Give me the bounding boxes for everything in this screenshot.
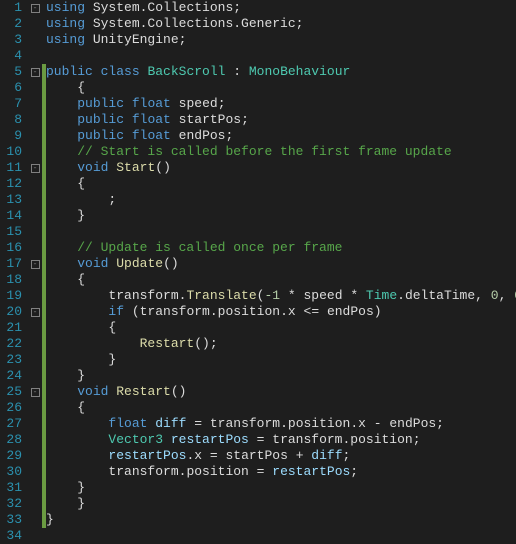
- code-line[interactable]: Vector3 restartPos = transform.position;: [46, 432, 516, 448]
- code-line[interactable]: using System.Collections;: [46, 0, 516, 16]
- code-line[interactable]: void Update(): [46, 256, 516, 272]
- code-line[interactable]: {: [46, 176, 516, 192]
- code-line[interactable]: transform.Translate(-1 * speed * Time.de…: [46, 288, 516, 304]
- line-number: 28: [0, 432, 22, 448]
- code-line[interactable]: }: [46, 352, 516, 368]
- line-number: 1: [0, 0, 22, 16]
- code-line[interactable]: }: [46, 496, 516, 512]
- line-number: 3: [0, 32, 22, 48]
- line-number: 15: [0, 224, 22, 240]
- fold-toggle[interactable]: -: [31, 68, 40, 77]
- line-number: 7: [0, 96, 22, 112]
- code-line[interactable]: if (transform.position.x <= endPos): [46, 304, 516, 320]
- line-number: 30: [0, 464, 22, 480]
- fold-toggle[interactable]: -: [31, 4, 40, 13]
- code-line[interactable]: [46, 224, 516, 240]
- code-line[interactable]: }: [46, 480, 516, 496]
- line-number: 33: [0, 512, 22, 528]
- line-number-gutter: 1 2 3 4 5 6 7 8 9 10 11 12 13 14 15 16 1…: [0, 0, 28, 541]
- code-line[interactable]: float diff = transform.position.x - endP…: [46, 416, 516, 432]
- fold-toggle[interactable]: -: [31, 308, 40, 317]
- code-line[interactable]: }: [46, 512, 516, 528]
- code-line[interactable]: {: [46, 320, 516, 336]
- code-line[interactable]: [46, 48, 516, 64]
- line-number: 24: [0, 368, 22, 384]
- code-editor[interactable]: using System.Collections; using System.C…: [46, 0, 516, 541]
- code-line[interactable]: public class BackScroll : MonoBehaviour: [46, 64, 516, 80]
- line-number: 34: [0, 528, 22, 544]
- line-number: 10: [0, 144, 22, 160]
- code-line[interactable]: }: [46, 208, 516, 224]
- line-number: 20: [0, 304, 22, 320]
- line-number: 31: [0, 480, 22, 496]
- code-line[interactable]: public float speed;: [46, 96, 516, 112]
- line-number: 16: [0, 240, 22, 256]
- line-number: 2: [0, 16, 22, 32]
- code-line[interactable]: // Start is called before the first fram…: [46, 144, 516, 160]
- line-number: 32: [0, 496, 22, 512]
- code-line[interactable]: public float endPos;: [46, 128, 516, 144]
- fold-column: - - - - - -: [28, 0, 42, 541]
- fold-toggle[interactable]: -: [31, 388, 40, 397]
- line-number: 5: [0, 64, 22, 80]
- line-number: 25: [0, 384, 22, 400]
- code-line[interactable]: restartPos.x = startPos + diff;: [46, 448, 516, 464]
- line-number: 12: [0, 176, 22, 192]
- line-number: 11: [0, 160, 22, 176]
- line-number: 18: [0, 272, 22, 288]
- line-number: 6: [0, 80, 22, 96]
- line-number: 14: [0, 208, 22, 224]
- fold-toggle[interactable]: -: [31, 164, 40, 173]
- line-number: 8: [0, 112, 22, 128]
- line-number: 22: [0, 336, 22, 352]
- code-line[interactable]: void Restart(): [46, 384, 516, 400]
- code-line[interactable]: {: [46, 400, 516, 416]
- line-number: 23: [0, 352, 22, 368]
- code-line[interactable]: // Update is called once per frame: [46, 240, 516, 256]
- line-number: 27: [0, 416, 22, 432]
- line-number: 13: [0, 192, 22, 208]
- code-line[interactable]: ;: [46, 192, 516, 208]
- code-line[interactable]: [46, 528, 516, 541]
- code-line[interactable]: using UnityEngine;: [46, 32, 516, 48]
- line-number: 9: [0, 128, 22, 144]
- code-line[interactable]: void Start(): [46, 160, 516, 176]
- code-line[interactable]: transform.position = restartPos;: [46, 464, 516, 480]
- line-number: 19: [0, 288, 22, 304]
- line-number: 29: [0, 448, 22, 464]
- line-number: 17: [0, 256, 22, 272]
- code-line[interactable]: using System.Collections.Generic;: [46, 16, 516, 32]
- line-number: 21: [0, 320, 22, 336]
- code-line[interactable]: public float startPos;: [46, 112, 516, 128]
- line-number: 26: [0, 400, 22, 416]
- code-line[interactable]: {: [46, 272, 516, 288]
- line-number: 4: [0, 48, 22, 64]
- code-line[interactable]: Restart();: [46, 336, 516, 352]
- code-line[interactable]: }: [46, 368, 516, 384]
- fold-toggle[interactable]: -: [31, 260, 40, 269]
- code-line[interactable]: {: [46, 80, 516, 96]
